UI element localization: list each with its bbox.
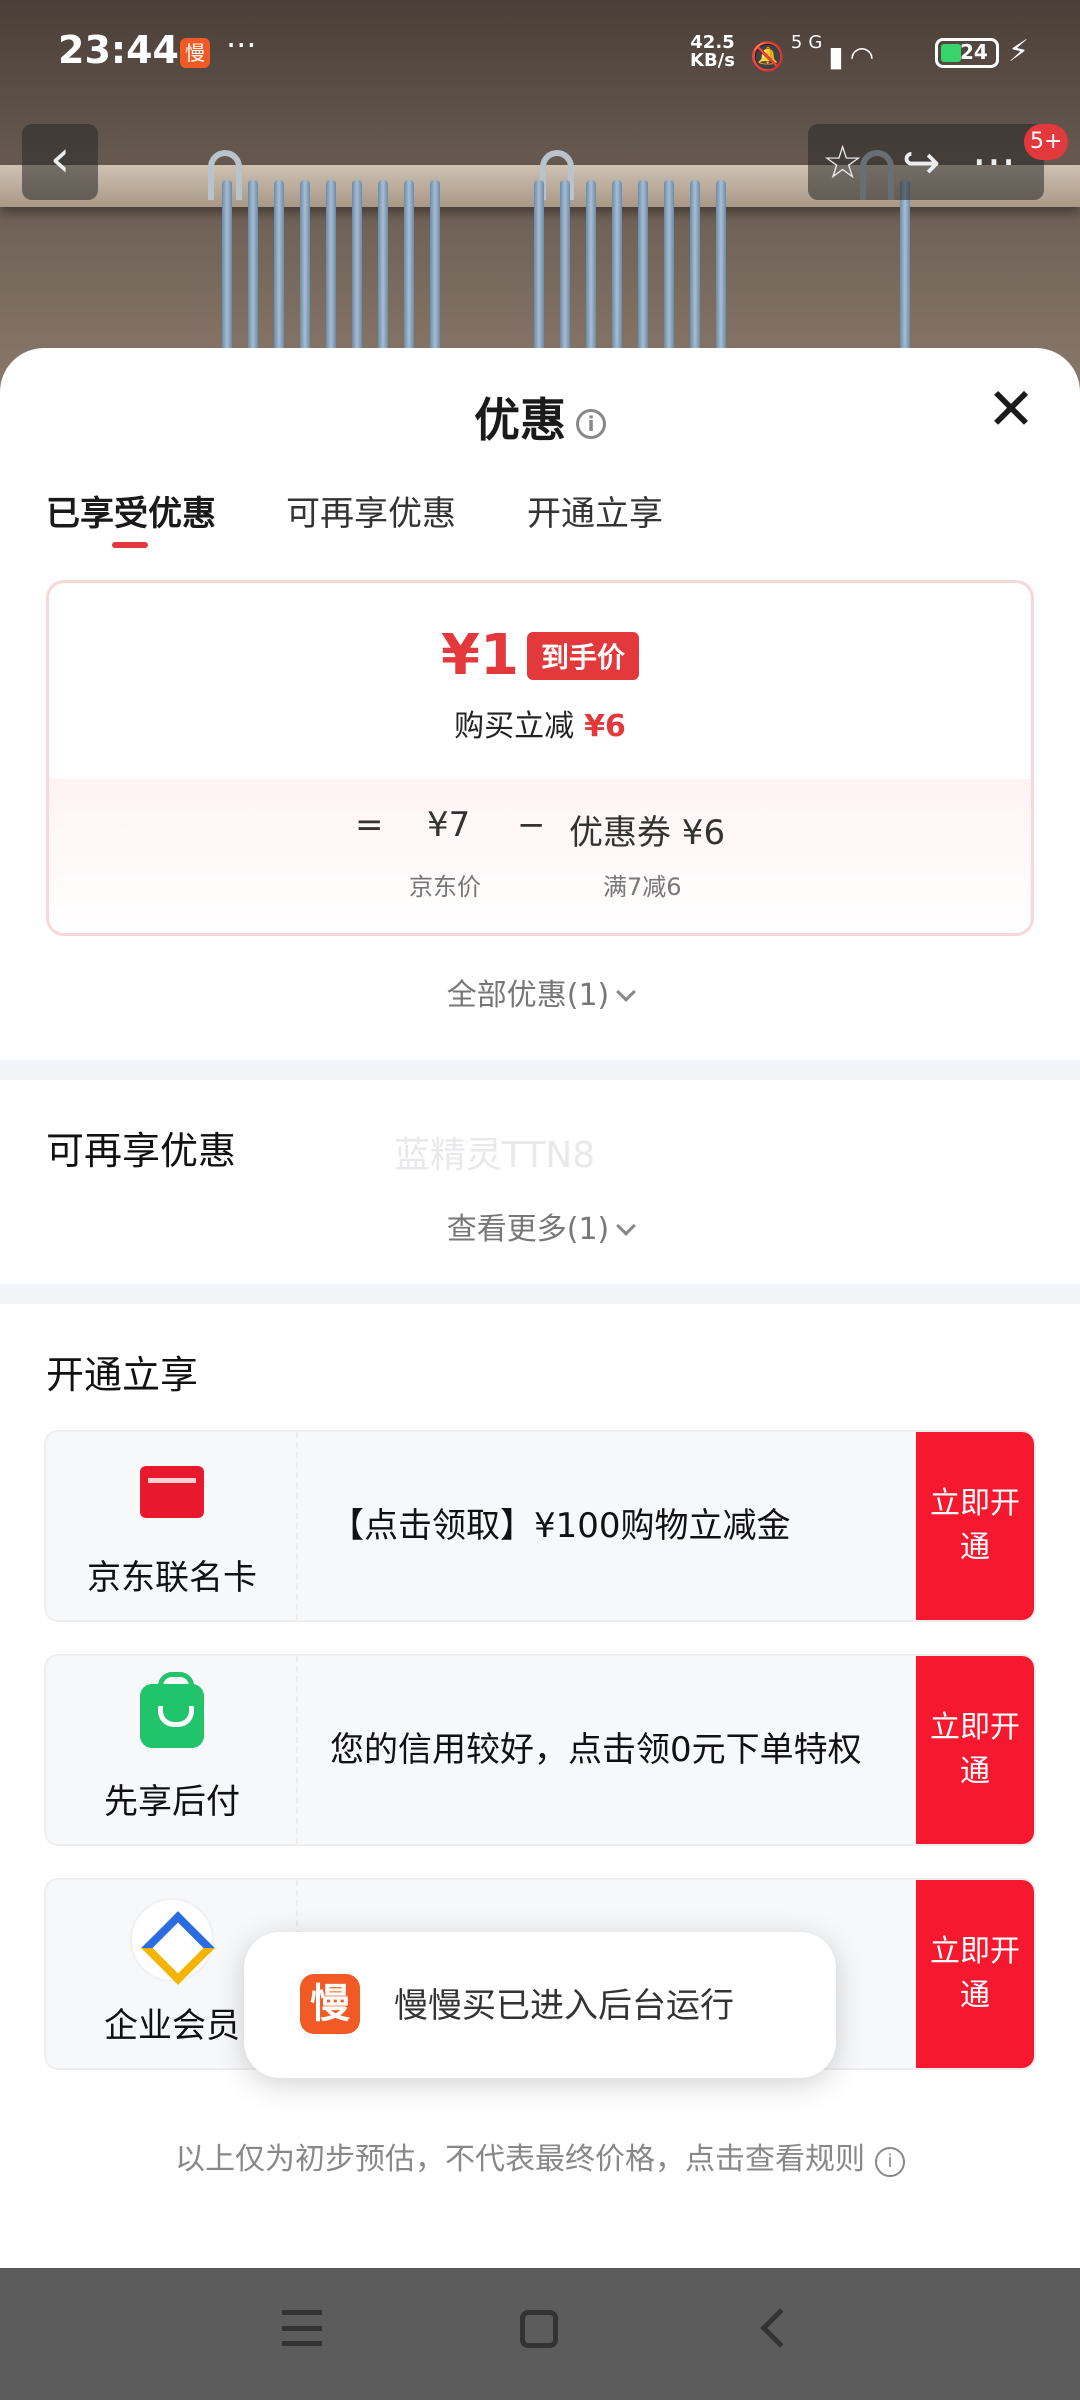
offer-row-pay-later[interactable]: 先享后付 您的信用较好，点击领0元下单特权 立即开通	[44, 1654, 1036, 1846]
equals-sign: =	[355, 805, 384, 845]
final-price: ¥1 到手价	[49, 623, 1031, 688]
battery-icon: 24	[935, 38, 999, 68]
hanger	[326, 180, 336, 360]
view-more-link[interactable]: 查看更多(1)	[0, 1204, 1080, 1248]
info-icon[interactable]: i	[576, 408, 606, 439]
more-notifications-icon: ···	[226, 26, 257, 64]
hanger	[430, 180, 440, 360]
active-tab-indicator	[112, 542, 148, 548]
hanger	[300, 180, 310, 360]
base-price: ¥7	[427, 805, 471, 845]
hanger	[560, 180, 570, 360]
minus-sign: −	[517, 805, 546, 845]
background-toast: 慢 慢慢买已进入后台运行	[244, 1932, 836, 2078]
hanger	[716, 180, 726, 360]
disclaimer-link[interactable]: 以上仅为初步预估，不代表最终价格，点击查看规则 i	[0, 2134, 1080, 2178]
hanger	[690, 180, 700, 360]
section-divider	[0, 1060, 1080, 1080]
chevron-down-icon	[616, 1216, 637, 1236]
offer-description: 您的信用较好，点击领0元下单特权	[330, 1730, 862, 1770]
signal-icons: 🔕5G▮◠	[750, 32, 880, 73]
battery-level: 24	[960, 40, 988, 64]
card-icon	[140, 1466, 204, 1518]
back-icon[interactable]	[760, 2308, 800, 2348]
hanger	[378, 180, 388, 360]
offer-row-cobrand-card[interactable]: 京东联名卡 【点击领取】¥100购物立减金 立即开通	[44, 1430, 1036, 1622]
hanger	[352, 180, 362, 360]
status-bar: 23:44 慢 ··· 42.5 KB/s 🔕5G▮◠ 24 ⚡	[0, 0, 1080, 105]
hanger	[248, 180, 258, 360]
purchase-reduction: 购买立减 ¥6	[454, 709, 626, 744]
final-price-tag: 到手价	[526, 631, 639, 680]
signal-5g-label: 5G	[790, 32, 829, 53]
network-speed: 42.5 KB/s	[690, 32, 735, 71]
all-offers-link[interactable]: 全部优惠(1)	[0, 970, 1080, 1014]
more-offers-title: 可再享优惠	[46, 1129, 237, 1173]
tab-enjoyed[interactable]: 已享受优惠	[46, 486, 216, 535]
offer-name: 先享后付	[104, 1782, 240, 1822]
app-icon: 慢	[300, 1974, 360, 2034]
tab-more-available[interactable]: 可再享优惠	[286, 486, 456, 535]
sheet-title: 优惠 i	[0, 384, 1080, 450]
hanger	[664, 180, 674, 360]
hanger	[404, 180, 414, 360]
hanger	[274, 180, 284, 360]
app-notification-icon: 慢	[180, 38, 210, 68]
header-actions: ☆ ↪ ···	[808, 124, 1044, 200]
toast-message: 慢慢买已进入后台运行	[394, 1986, 734, 2026]
mute-icon: 🔕	[750, 40, 791, 73]
chevron-down-icon	[616, 982, 637, 1002]
status-time: 23:44	[58, 28, 179, 72]
hanger	[534, 180, 544, 360]
system-nav-bar	[0, 2270, 1080, 2400]
watermark: 蓝精灵TTN8	[394, 1135, 596, 1176]
section-divider	[0, 1284, 1080, 1304]
notification-badge: 5+	[1024, 124, 1069, 160]
diamond-icon	[132, 1900, 212, 1980]
tab-open-enjoy[interactable]: 开通立享	[527, 486, 663, 535]
back-button[interactable]: ‹	[22, 124, 98, 200]
hanger	[222, 180, 232, 360]
hanger	[638, 180, 648, 360]
info-icon: i	[875, 2147, 905, 2177]
open-now-button[interactable]: 立即开通	[916, 1432, 1034, 1620]
menu-icon[interactable]	[282, 2310, 322, 2346]
offer-description: 【点击领取】¥100购物立减金	[330, 1506, 791, 1546]
open-now-button[interactable]: 立即开通	[916, 1656, 1034, 1844]
shopping-bag-icon	[140, 1672, 204, 1748]
coupon-rule: 满7减6	[603, 873, 682, 901]
signal-icon: ▮	[828, 40, 850, 73]
more-icon[interactable]: ···	[972, 134, 1016, 190]
coupon-value: 优惠券 ¥6	[569, 813, 726, 853]
hanger	[586, 180, 596, 360]
price-summary-card: ¥1 到手价 购买立减 ¥6 = ¥7 − 优惠券 ¥6 京东价 满7减6	[46, 580, 1034, 936]
chevron-left-icon: ‹	[49, 129, 71, 189]
open-now-button[interactable]: 立即开通	[916, 1880, 1034, 2068]
offer-name: 京东联名卡	[87, 1558, 257, 1598]
hanger	[900, 180, 910, 360]
wifi-icon: ◠	[849, 40, 881, 73]
base-price-label: 京东价	[409, 873, 481, 901]
charging-icon: ⚡	[1008, 34, 1030, 69]
share-icon[interactable]: ↪	[902, 134, 941, 190]
home-icon[interactable]	[520, 2310, 558, 2348]
open-enjoy-title: 开通立享	[46, 1353, 199, 1397]
close-button[interactable]: ✕	[984, 380, 1038, 438]
hanger	[612, 180, 622, 360]
star-icon[interactable]: ☆	[822, 134, 863, 190]
